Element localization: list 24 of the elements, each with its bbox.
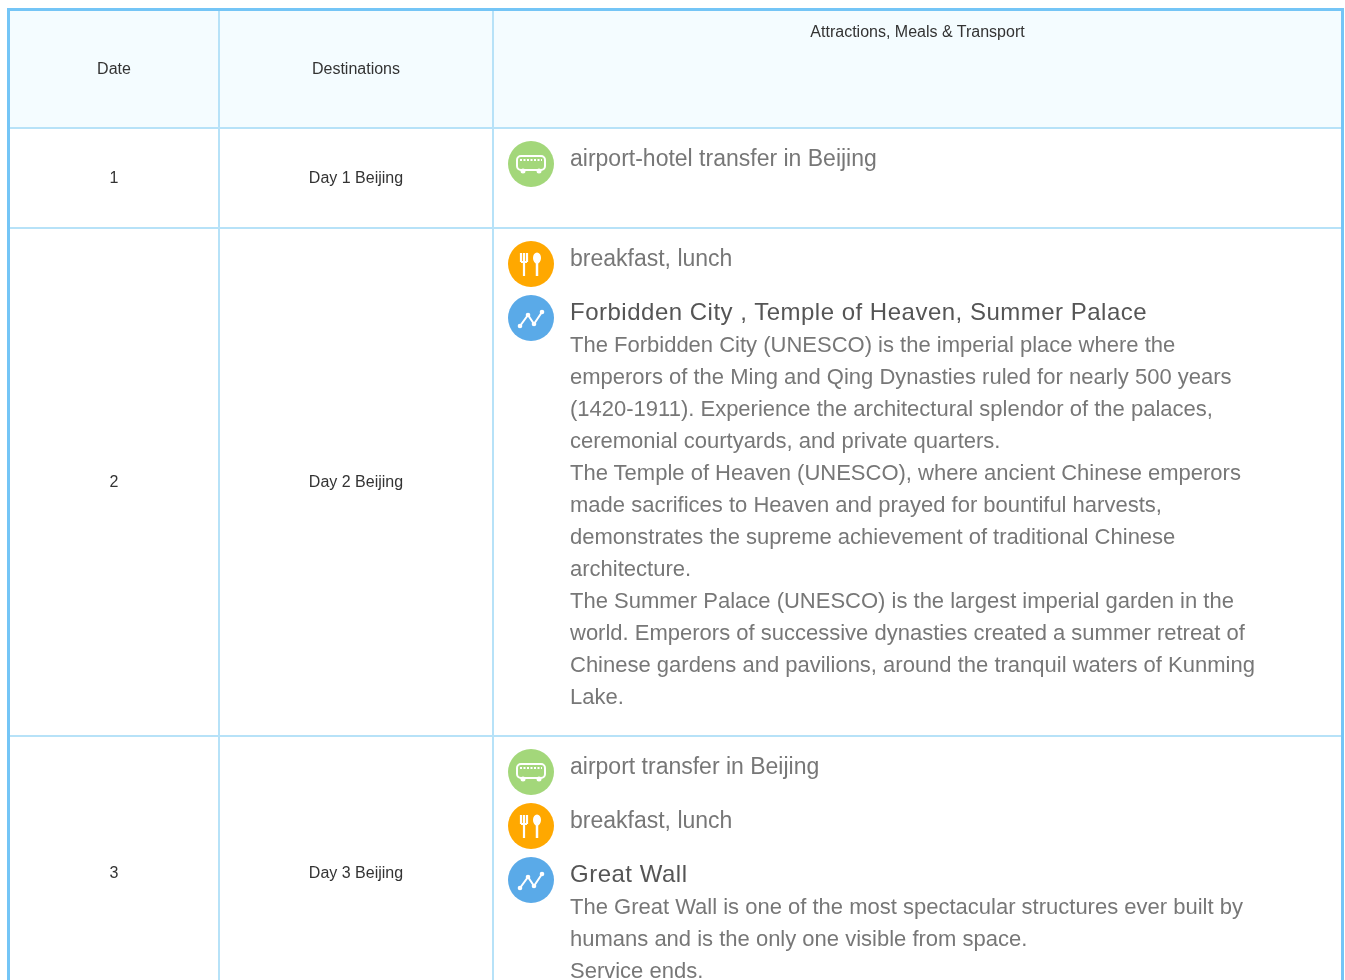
table-cell: Day 2 Beijing	[219, 228, 493, 736]
column-header: Date	[8, 9, 219, 128]
route-icon	[508, 857, 554, 903]
description-text: The Great Wall is one of the most spectacular structures ever built by humans and is the only one visible from space.	[570, 893, 1244, 953]
description-text: The Summer Palace (UNESCO) is the largest imperial garden in the world. Emperors of successive dynasties created a summer retreat of Chinese gardens and pavilions, around the tranquil waters of Kunming Lake.	[570, 587, 1256, 711]
bus-icon	[508, 749, 554, 795]
column-header: Destinations	[219, 9, 493, 128]
description-text: Service ends.	[570, 957, 705, 980]
transport-text: airport transfer in Beijing	[570, 752, 821, 781]
bus-icon	[508, 141, 554, 187]
fork-spoon-icon	[508, 241, 554, 287]
table-cell: 2	[8, 228, 219, 736]
table-cell: Day 1 Beijing	[219, 128, 493, 228]
attraction-title: Forbidden City , Temple of Heaven, Summer Palace	[570, 297, 1149, 327]
description-text: The Forbidden City (UNESCO) is the imperial place where the emperors of the Ming and Qing Dynasties ruled for nearly 500 years (1420-1911). Experience the architectural splendor of the palaces, ceremonial courtyards, and private quarters.	[570, 331, 1233, 455]
fork-spoon-icon	[508, 803, 554, 849]
table-cell: 1	[8, 128, 219, 228]
meal-text: breakfast, lunch	[570, 244, 734, 273]
meal-text: breakfast, lunch	[570, 806, 734, 835]
route-icon	[508, 295, 554, 341]
attraction-title: Great Wall	[570, 859, 689, 889]
description-text: The Temple of Heaven (UNESCO), where ancient Chinese emperors made sacrifices to Heaven and prayed for bountiful harvests, demonstrates the supreme achievement of traditional Chinese architecture.	[570, 459, 1242, 583]
transport-text: airport-hotel transfer in Beijing	[570, 144, 878, 173]
column-header: Attractions, Meals & Transport	[493, 9, 1343, 128]
